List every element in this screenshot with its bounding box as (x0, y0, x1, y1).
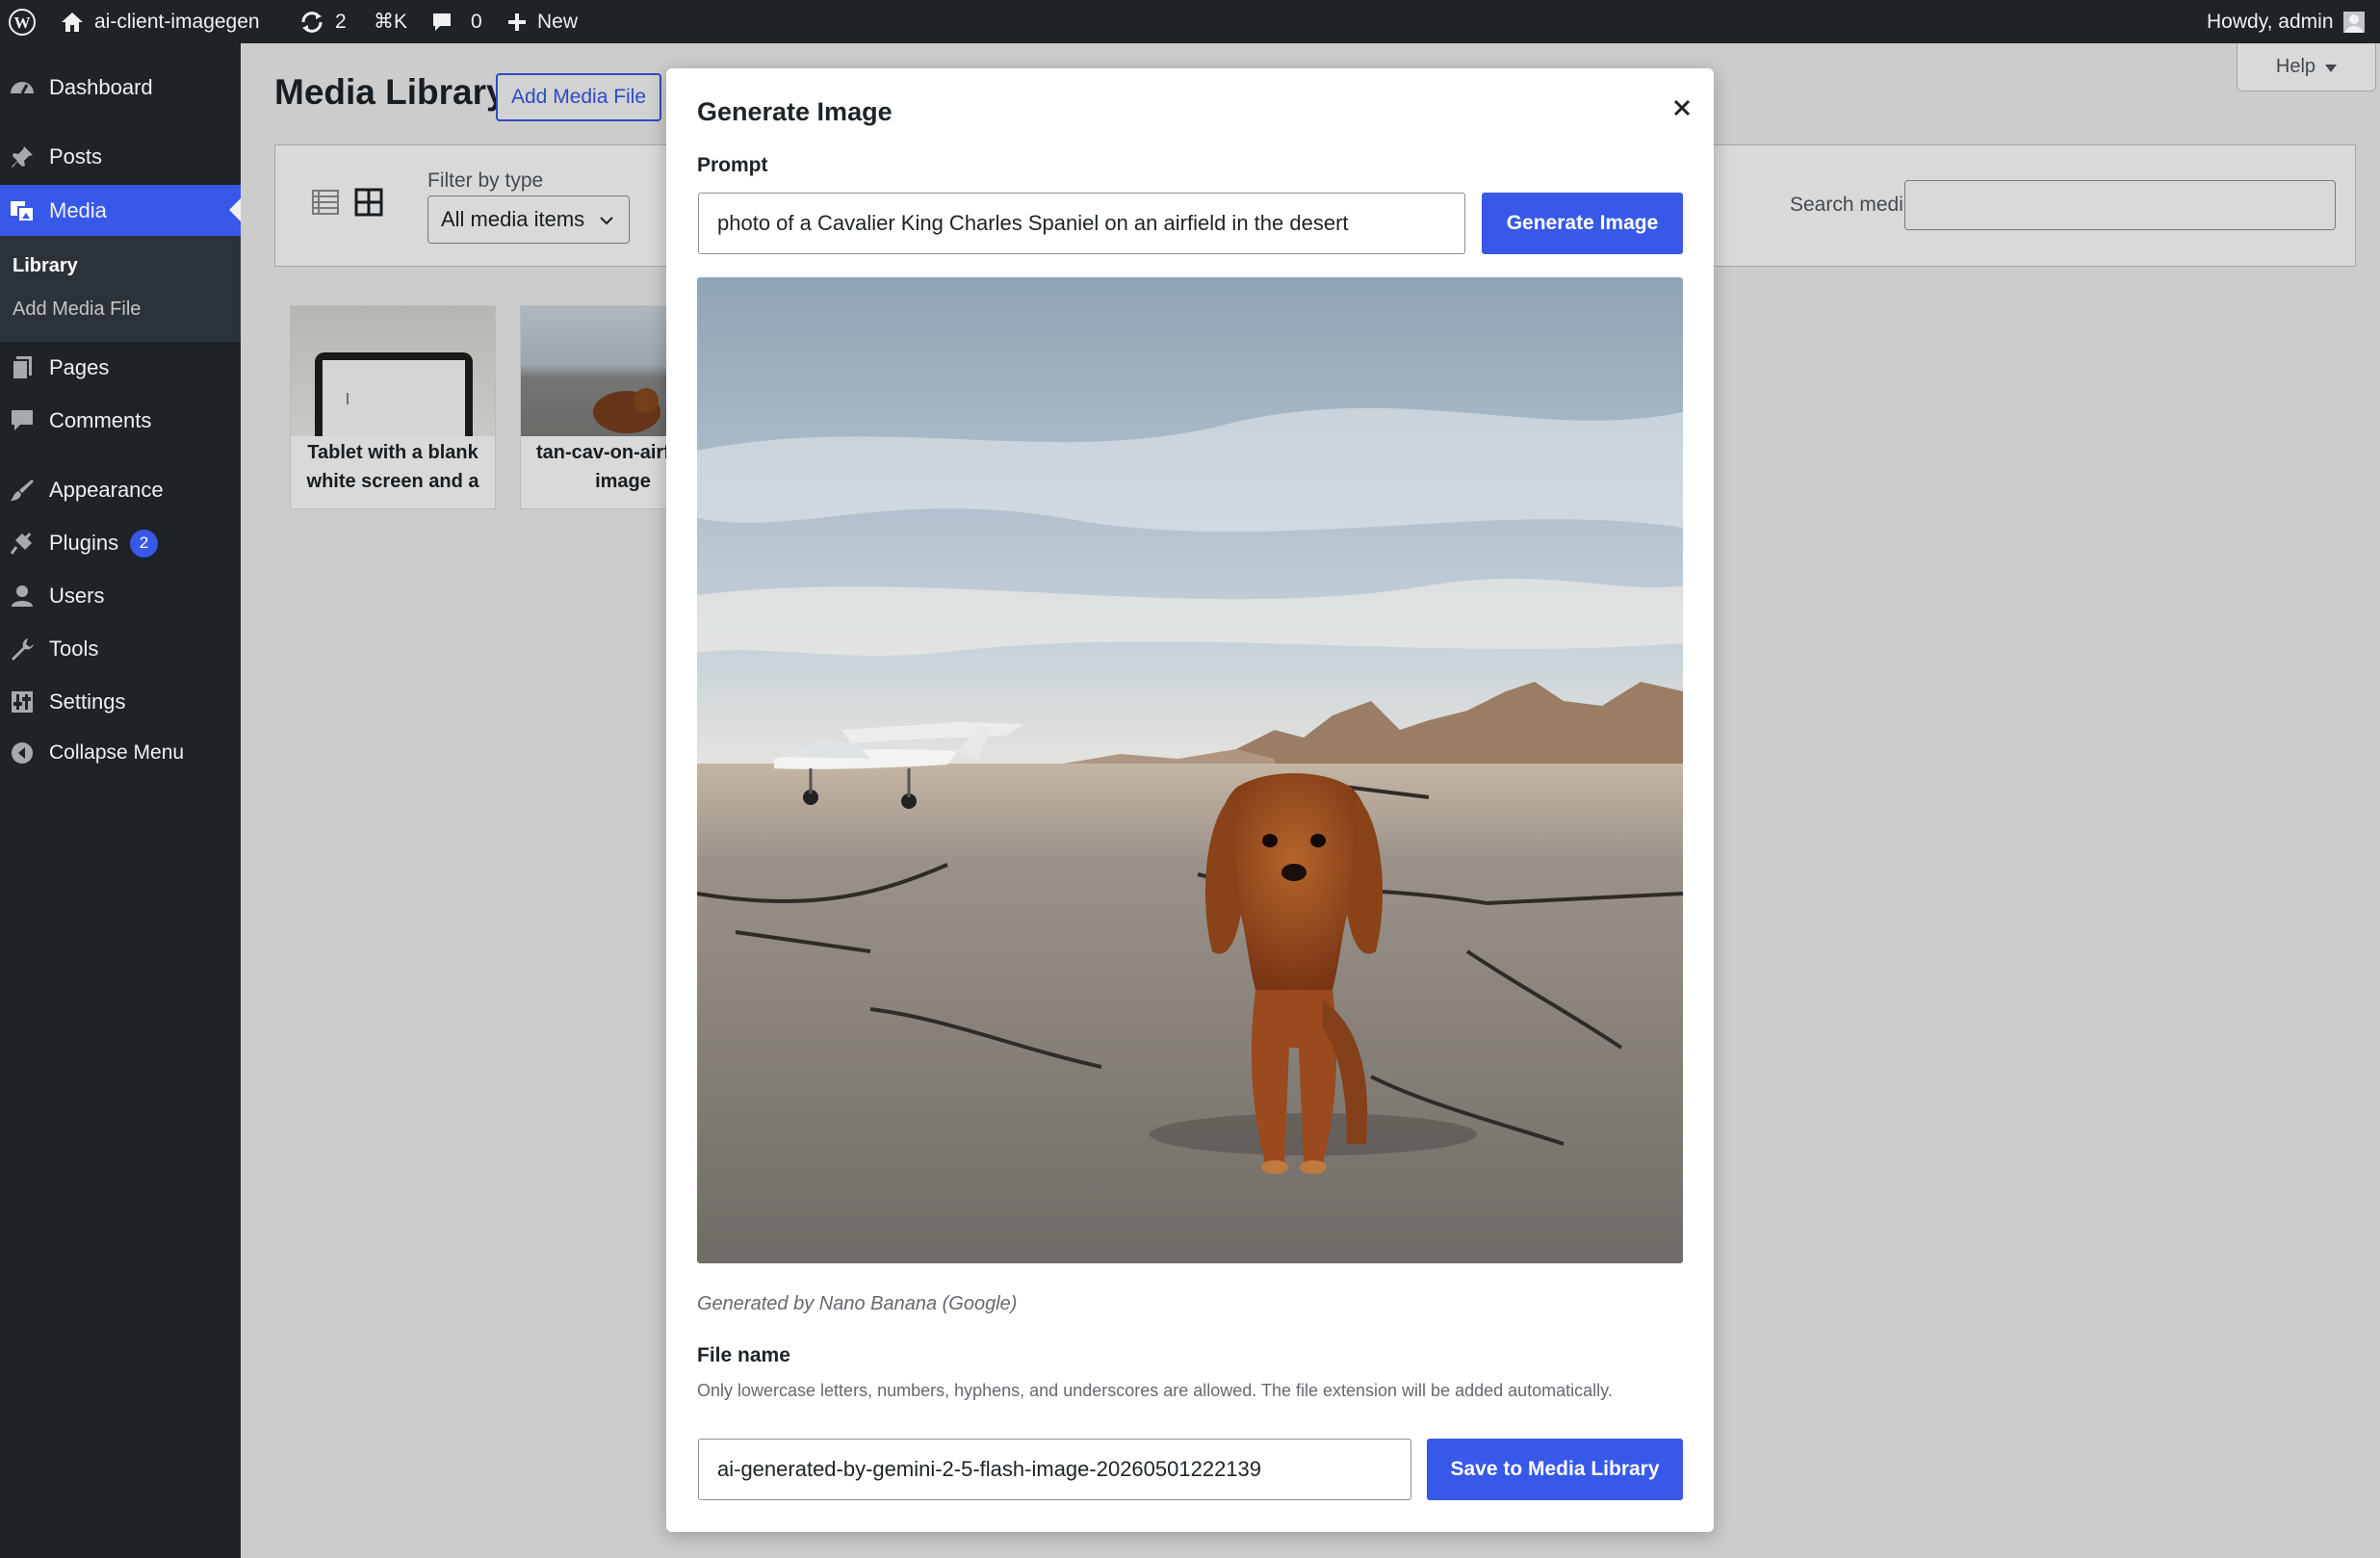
wordpress-logo-icon[interactable]: W (8, 0, 37, 43)
sidebar-item-label: Tools (49, 636, 99, 661)
wrench-icon (8, 635, 37, 663)
sidebar-item-comments[interactable]: Comments (0, 396, 241, 446)
pin-icon (8, 143, 37, 171)
new-label: New (537, 10, 579, 33)
sidebar-item-label: Appearance (49, 478, 164, 502)
command-shortcut: ⌘K (374, 11, 408, 33)
command-palette-link[interactable]: ⌘K (374, 0, 407, 43)
close-icon (1672, 98, 1692, 122)
sidebar-item-appearance[interactable]: Appearance (0, 465, 241, 515)
home-icon (60, 11, 85, 34)
admin-bar: W ai-client-imagegen 2 ⌘K 0 New Howdy, a… (0, 0, 2380, 43)
sidebar-item-settings[interactable]: Settings (0, 677, 241, 727)
pages-icon (8, 353, 37, 382)
media-submenu: Library Add Media File (0, 236, 241, 342)
sidebar-item-label: Pages (49, 355, 110, 379)
comment-icon (8, 406, 37, 435)
plugins-update-badge: 2 (130, 529, 158, 558)
sidebar-item-label: Settings (49, 689, 126, 714)
file-name-help: Only lowercase letters, numbers, hyphens… (697, 1381, 1613, 1400)
collapse-menu-button[interactable]: Collapse Menu (0, 728, 241, 778)
plus-icon (506, 12, 528, 33)
plugin-icon (8, 529, 37, 558)
collapse-icon (8, 739, 37, 767)
comments-link[interactable]: 0 (430, 0, 482, 43)
media-icon (8, 196, 37, 225)
generated-image-preview (697, 277, 1683, 1263)
generate-image-button[interactable]: Generate Image (1482, 193, 1683, 254)
avatar (2342, 11, 2365, 33)
sidebar-item-tools[interactable]: Tools (0, 624, 241, 674)
generate-image-modal: Generate Image Prompt photo of a Cavalie… (666, 68, 1714, 1532)
close-button[interactable] (1663, 91, 1701, 129)
sidebar-item-users[interactable]: Users (0, 571, 241, 621)
sidebar-item-pages[interactable]: Pages (0, 343, 241, 393)
prompt-input[interactable]: photo of a Cavalier King Charles Spaniel… (698, 193, 1465, 254)
greeting: Howdy, admin (2207, 10, 2334, 33)
sidebar-item-label: Dashboard (49, 75, 153, 99)
sidebar-item-label: Users (49, 584, 105, 608)
generation-attribution: Generated by Nano Banana (Google) (697, 1293, 1018, 1314)
updates-count: 2 (335, 10, 347, 33)
account-menu[interactable]: Howdy, admin (2207, 0, 2365, 43)
file-name-input[interactable]: ai-generated-by-gemini-2-5-flash-image-2… (698, 1439, 1411, 1500)
comments-count: 0 (471, 10, 482, 33)
dashboard-icon (8, 73, 37, 102)
updates-link[interactable]: 2 (298, 0, 347, 43)
submenu-item-library[interactable]: Library (13, 255, 78, 277)
sidebar-item-label: Plugins (49, 531, 119, 555)
sidebar-item-label: Media (49, 197, 107, 222)
comment-icon (430, 11, 453, 34)
svg-text:W: W (14, 13, 31, 32)
save-to-media-library-button[interactable]: Save to Media Library (1427, 1439, 1683, 1500)
updates-icon (298, 10, 325, 35)
settings-icon (8, 688, 37, 716)
submenu-item-add-media-file[interactable]: Add Media File (13, 299, 141, 321)
sidebar-item-label: Posts (49, 144, 103, 169)
site-name-link[interactable]: ai-client-imagegen (60, 0, 260, 43)
brush-icon (8, 476, 37, 505)
sidebar-item-label: Comments (49, 408, 152, 432)
modal-title: Generate Image (697, 97, 892, 126)
new-content-link[interactable]: New (506, 0, 578, 43)
file-name-label: File name (697, 1344, 790, 1366)
admin-sidebar: Dashboard Posts Media Library Add Media … (0, 43, 241, 1558)
sidebar-item-plugins[interactable]: Plugins 2 (0, 518, 241, 568)
prompt-label: Prompt (697, 154, 768, 176)
sidebar-item-dashboard[interactable]: Dashboard (0, 43, 241, 132)
site-name: ai-client-imagegen (94, 10, 260, 33)
sidebar-item-media[interactable]: Media (0, 185, 241, 236)
sidebar-item-posts[interactable]: Posts (0, 132, 241, 182)
user-icon (8, 582, 37, 610)
sidebar-item-label: Collapse Menu (49, 741, 185, 764)
